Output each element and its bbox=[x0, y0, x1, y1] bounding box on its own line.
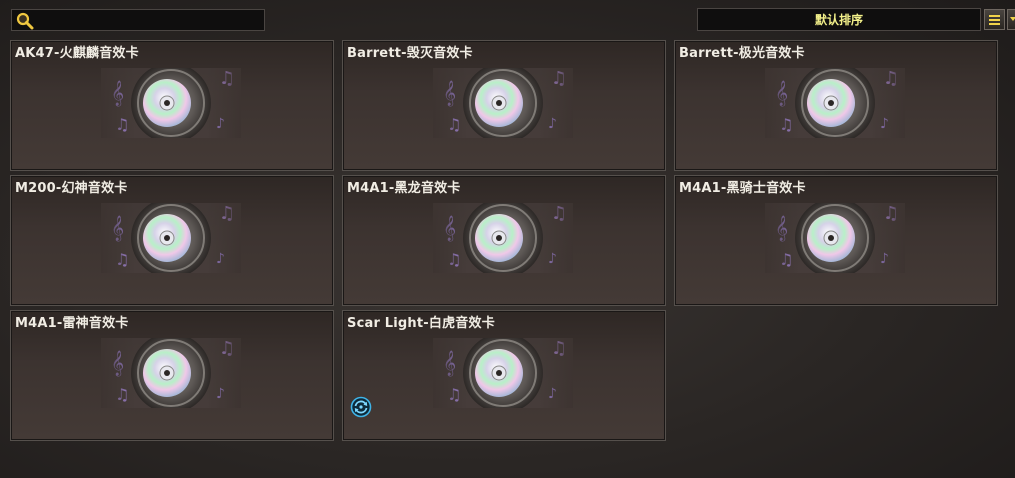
sound-card-icon: 𝄞 ♫ ♫ ♪ bbox=[101, 338, 241, 408]
magnifier-icon[interactable] bbox=[16, 12, 34, 30]
sound-card-item[interactable]: M4A1-黑骑士音效卡 𝄞 ♫ ♫ ♪ bbox=[674, 175, 998, 306]
sound-card-item[interactable]: M4A1-雷神音效卡 𝄞 ♫ ♫ ♪ bbox=[10, 310, 334, 441]
sort-label: 默认排序 bbox=[814, 13, 863, 27]
sound-card-item[interactable]: AK47-火麒麟音效卡 𝄞 ♫ ♫ ♪ bbox=[10, 40, 334, 171]
card-title: AK47-火麒麟音效卡 bbox=[15, 46, 139, 61]
sound-card-icon: 𝄞 ♫ ♫ ♪ bbox=[101, 68, 241, 138]
sound-card-item[interactable]: M4A1-黑龙音效卡 𝄞 ♫ ♫ ♪ bbox=[342, 175, 666, 306]
sound-card-item[interactable]: M200-幻神音效卡 𝄞 ♫ ♫ ♪ bbox=[10, 175, 334, 306]
list-view-button[interactable] bbox=[984, 9, 1005, 30]
sound-card-icon: 𝄞 ♫ ♫ ♪ bbox=[765, 203, 905, 273]
card-title: Scar Light-白虎音效卡 bbox=[347, 316, 495, 331]
sound-card-grid: AK47-火麒麟音效卡 𝄞 ♫ ♫ ♪ Barrett-毁灭音效卡 bbox=[10, 40, 1000, 442]
card-title: M200-幻神音效卡 bbox=[15, 181, 128, 196]
search-box[interactable] bbox=[11, 9, 265, 31]
sound-card-icon: 𝄞 ♫ ♫ ♪ bbox=[101, 203, 241, 273]
list-icon bbox=[989, 15, 1000, 17]
list-icon bbox=[989, 19, 1000, 21]
card-title: Barrett-毁灭音效卡 bbox=[347, 46, 473, 61]
sound-card-icon: 𝄞 ♫ ♫ ♪ bbox=[765, 68, 905, 138]
card-title: M4A1-黑龙音效卡 bbox=[347, 181, 461, 196]
sound-card-icon: 𝄞 ♫ ♫ ♪ bbox=[433, 68, 573, 138]
sort-dropdown[interactable]: 默认排序 bbox=[697, 8, 981, 31]
search-input[interactable] bbox=[38, 10, 262, 30]
sound-card-item[interactable]: Barrett-毁灭音效卡 𝄞 ♫ ♫ ♪ bbox=[342, 40, 666, 171]
card-title: Barrett-极光音效卡 bbox=[679, 46, 805, 61]
sound-card-item[interactable]: Scar Light-白虎音效卡 𝄞 ♫ ♫ ♪ bbox=[342, 310, 666, 441]
refresh-icon[interactable] bbox=[350, 396, 372, 418]
list-icon bbox=[989, 23, 1000, 25]
chevron-down-icon[interactable] bbox=[1007, 9, 1015, 30]
sound-card-item[interactable]: Barrett-极光音效卡 𝄞 ♫ ♫ ♪ bbox=[674, 40, 998, 171]
card-title: M4A1-雷神音效卡 bbox=[15, 316, 129, 331]
sound-card-icon: 𝄞 ♫ ♫ ♪ bbox=[433, 338, 573, 408]
card-title: M4A1-黑骑士音效卡 bbox=[679, 181, 806, 196]
sound-card-icon: 𝄞 ♫ ♫ ♪ bbox=[433, 203, 573, 273]
